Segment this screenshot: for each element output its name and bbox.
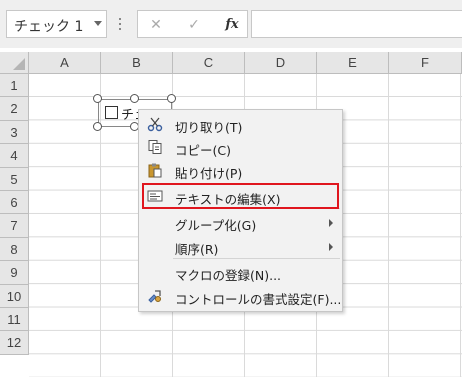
column-header-f[interactable]: F [389, 52, 462, 74]
menu-item-label: コントロールの書式設定(F)... [175, 292, 342, 307]
cancel-icon[interactable]: ✕ [146, 15, 166, 35]
column-header-b[interactable]: B [101, 52, 173, 74]
copy-icon [147, 139, 163, 155]
context-menu: 切り取り(T) コピー(C) 貼り付け(P) テキストの編集(X) グループ化(… [138, 109, 343, 312]
format-control-icon [147, 288, 163, 304]
resize-handle[interactable] [93, 122, 102, 131]
formula-buttons: ✕ ✓ fx [137, 10, 248, 38]
menu-item-label: 貼り付け(P) [175, 166, 243, 181]
row-header-2[interactable]: 2 [0, 97, 29, 121]
resize-handle[interactable] [93, 94, 102, 103]
menu-item-cut[interactable]: 切り取り(T) [139, 113, 342, 136]
row-header-12[interactable]: 12 [0, 331, 29, 355]
enter-icon[interactable]: ✓ [184, 15, 204, 35]
resize-handle[interactable] [130, 94, 139, 103]
resize-handle[interactable] [167, 94, 176, 103]
menu-separator [173, 258, 340, 259]
menu-item-group[interactable]: グループ化(G) [139, 211, 342, 234]
row-header-3[interactable]: 3 [0, 120, 29, 145]
row-header-8[interactable]: 8 [0, 237, 29, 262]
insert-function-icon[interactable]: fx [222, 15, 242, 35]
row-header-11[interactable]: 11 [0, 308, 29, 332]
menu-item-label: コピー(C) [175, 143, 231, 158]
paste-icon [147, 162, 163, 178]
name-box[interactable]: チェック 1 [6, 10, 107, 38]
column-header-c[interactable]: C [173, 52, 245, 74]
row-header-4[interactable]: 4 [0, 144, 29, 168]
row-header-1[interactable]: 1 [0, 74, 29, 98]
column-header-d[interactable]: D [245, 52, 317, 74]
checkbox-square[interactable] [105, 106, 118, 119]
scissors-icon [147, 116, 163, 132]
formula-bar: チェック 1 ✕ ✓ fx [0, 0, 462, 48]
formula-input[interactable] [251, 10, 462, 38]
row-header-6[interactable]: 6 [0, 191, 29, 215]
highlight-box [142, 183, 339, 209]
select-all-button[interactable] [0, 52, 29, 74]
menu-item-label: グループ化(G) [175, 218, 257, 233]
select-all-icon [13, 58, 25, 70]
column-header-a[interactable]: A [29, 52, 101, 74]
row-header-7[interactable]: 7 [0, 214, 29, 238]
row-header-5[interactable]: 5 [0, 167, 29, 191]
menu-item-assign-macro[interactable]: マクロの登録(N)... [139, 261, 342, 284]
name-box-value: チェック 1 [14, 19, 84, 35]
menu-item-paste[interactable]: 貼り付け(P) [139, 159, 342, 182]
menu-item-copy[interactable]: コピー(C) [139, 136, 342, 159]
column-header-e[interactable]: E [317, 52, 389, 74]
row-header-10[interactable]: 10 [0, 284, 29, 308]
chevron-down-icon[interactable] [94, 21, 102, 26]
row-header-9[interactable]: 9 [0, 261, 29, 285]
menu-item-label: マクロの登録(N)... [175, 268, 282, 283]
menu-item-label: 順序(R) [175, 242, 219, 257]
menu-item-label: 切り取り(T) [175, 120, 243, 135]
menu-item-order[interactable]: 順序(R) [139, 235, 342, 258]
submenu-arrow-icon [329, 243, 333, 251]
formula-bar-grip-icon[interactable] [119, 16, 122, 32]
menu-item-format-control[interactable]: コントロールの書式設定(F)... [139, 285, 342, 308]
submenu-arrow-icon [329, 219, 333, 227]
